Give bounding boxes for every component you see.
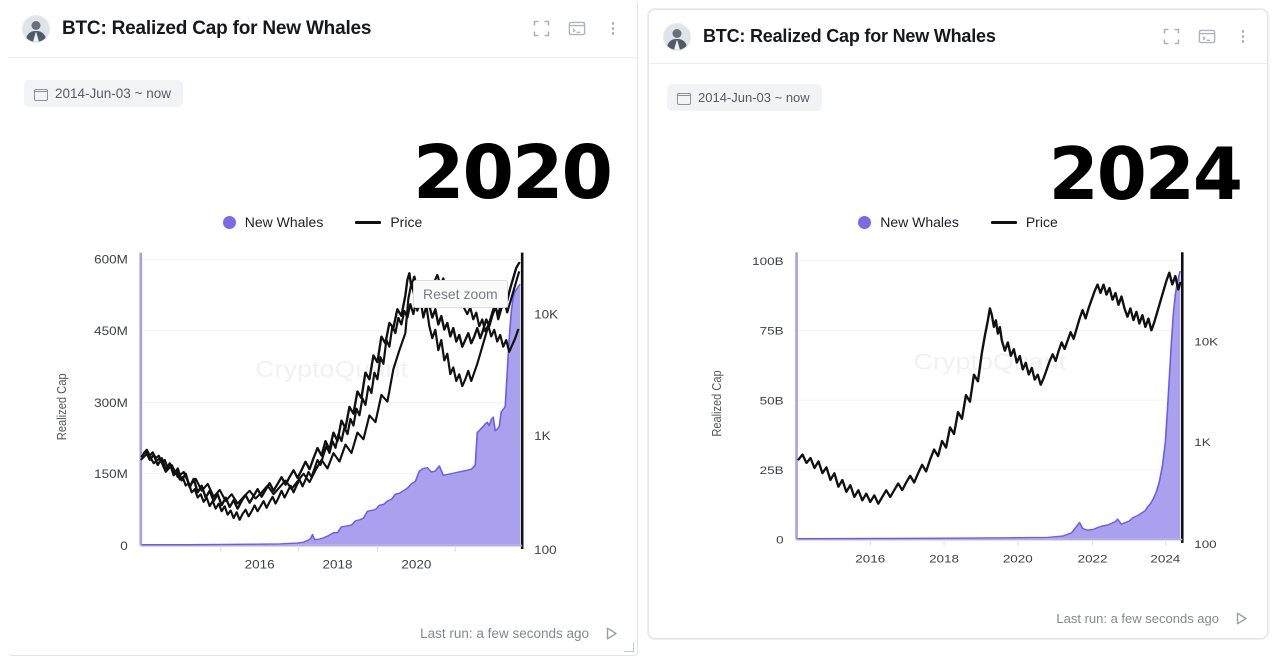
- year-annotation: 2020: [413, 136, 611, 210]
- svg-text:600M: 600M: [94, 254, 128, 267]
- legend-label: Price: [1026, 214, 1058, 230]
- page-title: BTC: Realized Cap for New Whales: [703, 26, 996, 47]
- svg-text:100B: 100B: [752, 255, 783, 268]
- page-title: BTC: Realized Cap for New Whales: [62, 18, 371, 40]
- calendar-icon: [34, 87, 48, 101]
- panel-body-left: 2014-Jun-03 ~ now 2020 New Whales Price …: [8, 58, 637, 655]
- calendar-icon: [677, 91, 691, 105]
- window-console-icon[interactable]: [1197, 27, 1217, 47]
- plot-area-left[interactable]: 600M 450M 300M 150M 0 10K 1K 100 Realize…: [8, 244, 637, 597]
- svg-text:10K: 10K: [534, 308, 559, 321]
- svg-text:450M: 450M: [94, 325, 128, 338]
- svg-text:300M: 300M: [94, 397, 128, 410]
- svg-text:2020: 2020: [401, 559, 431, 572]
- svg-text:2022: 2022: [1078, 552, 1108, 565]
- avatar: [22, 15, 50, 43]
- svg-text:25B: 25B: [760, 464, 784, 477]
- chart-panel-left: BTC: Realized Cap for New Whales: [8, 0, 638, 656]
- panel-footer-left: Last run: a few seconds ago: [420, 625, 619, 641]
- header-toolbar-left: [531, 19, 623, 39]
- date-range-selector[interactable]: 2014-Jun-03 ~ now: [667, 84, 822, 111]
- header-toolbar-right: [1161, 27, 1253, 47]
- svg-text:CryptoQuant: CryptoQuant: [255, 357, 408, 383]
- panel-footer-right: Last run: a few seconds ago: [1056, 610, 1249, 626]
- svg-text:2016: 2016: [855, 552, 885, 565]
- last-run-label: Last run: a few seconds ago: [1056, 611, 1219, 626]
- legend-label: Price: [390, 214, 422, 230]
- legend-label: New Whales: [245, 214, 324, 230]
- legend-item-new-whales[interactable]: New Whales: [223, 214, 324, 230]
- chart-panel-right: BTC: Realized Cap for New Whales: [648, 9, 1268, 639]
- avatar: [663, 23, 691, 51]
- legend-label: New Whales: [880, 214, 959, 230]
- window-console-icon[interactable]: [567, 19, 587, 39]
- svg-text:CryptoQuant: CryptoQuant: [914, 349, 1067, 375]
- legend-marker-line: [355, 221, 381, 224]
- svg-text:1K: 1K: [1194, 436, 1211, 449]
- svg-text:10K: 10K: [1194, 336, 1219, 349]
- legend-marker-line: [991, 221, 1017, 224]
- date-range-selector[interactable]: 2014-Jun-03 ~ now: [24, 80, 183, 107]
- reset-zoom-button[interactable]: Reset zoom: [413, 280, 508, 308]
- svg-text:100: 100: [534, 544, 556, 557]
- svg-text:75B: 75B: [760, 325, 784, 338]
- more-options-icon[interactable]: [1233, 27, 1253, 47]
- svg-text:2020: 2020: [1003, 552, 1033, 565]
- svg-text:1K: 1K: [534, 430, 551, 443]
- date-range-label: 2014-Jun-03 ~ now: [698, 90, 810, 105]
- svg-text:2018: 2018: [929, 552, 959, 565]
- panel-header-left: BTC: Realized Cap for New Whales: [8, 0, 637, 58]
- panel-header-right: BTC: Realized Cap for New Whales: [649, 10, 1267, 64]
- play-icon[interactable]: [1233, 610, 1249, 626]
- play-icon[interactable]: [603, 625, 619, 641]
- svg-text:Realized Cap: Realized Cap: [709, 370, 724, 437]
- svg-text:150M: 150M: [94, 468, 128, 481]
- date-range-label: 2014-Jun-03 ~ now: [55, 86, 171, 101]
- legend-item-price[interactable]: Price: [355, 214, 422, 230]
- chart-legend-right: New Whales Price: [649, 214, 1267, 230]
- legend-item-price[interactable]: Price: [991, 214, 1058, 230]
- resize-corner[interactable]: [624, 642, 634, 652]
- svg-text:50B: 50B: [760, 394, 784, 407]
- svg-text:0: 0: [776, 534, 784, 547]
- plot-area-right[interactable]: 100B 75B 50B 25B 0 10K 1K 100 Realized C…: [649, 242, 1267, 582]
- svg-text:2024: 2024: [1150, 552, 1180, 565]
- dual-chart-comparison: BTC: Realized Cap for New Whales: [0, 0, 1280, 656]
- more-options-icon[interactable]: [603, 19, 623, 39]
- legend-marker-dot: [858, 216, 871, 229]
- year-annotation: 2024: [1049, 138, 1241, 210]
- svg-text:0: 0: [120, 540, 128, 553]
- panel-body-right: 2014-Jun-03 ~ now 2024 New Whales Price: [649, 64, 1267, 638]
- svg-text:2018: 2018: [322, 559, 352, 572]
- svg-text:Realized Cap: Realized Cap: [54, 373, 69, 440]
- fullscreen-icon[interactable]: [1161, 27, 1181, 47]
- chart-legend-left: New Whales Price: [8, 214, 637, 230]
- legend-item-new-whales[interactable]: New Whales: [858, 214, 959, 230]
- fullscreen-icon[interactable]: [531, 19, 551, 39]
- svg-text:100: 100: [1194, 538, 1216, 551]
- legend-marker-dot: [223, 216, 236, 229]
- svg-text:2016: 2016: [245, 559, 275, 572]
- last-run-label: Last run: a few seconds ago: [420, 626, 589, 641]
